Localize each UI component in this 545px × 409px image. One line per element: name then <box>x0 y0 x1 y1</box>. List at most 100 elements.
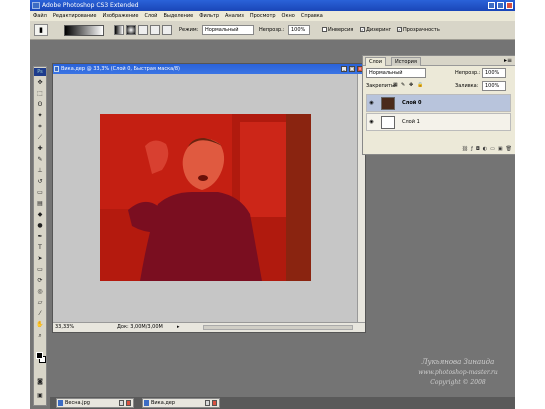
minimized-document[interactable]: Вика.дер <box>142 398 220 408</box>
minimized-document[interactable]: Весна.jpg <box>56 398 134 408</box>
minimized-document-title: Вика.дер <box>151 400 176 406</box>
document-icon <box>58 400 63 406</box>
mode-select[interactable]: Нормальный <box>202 25 254 35</box>
layer-blend-mode-select[interactable]: Нормальный <box>366 68 426 78</box>
tab-layers[interactable]: Слои <box>365 57 386 66</box>
menu-edit[interactable]: Редактирование <box>53 11 97 21</box>
menu-select[interactable]: Выделение <box>163 11 193 21</box>
link-layers-icon[interactable]: ⛓ <box>462 145 468 154</box>
type-tool-icon[interactable]: T <box>35 243 45 252</box>
restore-button[interactable] <box>205 400 210 406</box>
close-button[interactable] <box>126 400 131 406</box>
hand-tool-icon[interactable]: ✋ <box>35 320 45 329</box>
healing-brush-tool-icon[interactable]: ✚ <box>35 144 45 153</box>
magic-wand-tool-icon[interactable]: ✦ <box>35 111 45 120</box>
layer-opacity-input[interactable]: 100% <box>482 68 506 78</box>
tab-history[interactable]: История <box>391 57 421 66</box>
minimize-button[interactable] <box>488 2 495 9</box>
close-button[interactable] <box>506 2 513 9</box>
lasso-tool-icon[interactable]: ʘ <box>35 100 45 109</box>
slice-tool-icon[interactable]: ⟋ <box>35 133 45 142</box>
history-brush-tool-icon[interactable]: ↺ <box>35 177 45 186</box>
menu-filter[interactable]: Фильтр <box>199 11 219 21</box>
tool-preset-picker[interactable]: ▮ <box>34 24 48 36</box>
layer-mask-icon[interactable]: ◘ <box>476 145 480 154</box>
opacity-input[interactable]: 100% <box>288 25 310 35</box>
zoom-level[interactable]: 33,33% <box>55 323 74 332</box>
layer-row[interactable]: ◉ Слой 0 <box>366 94 511 112</box>
menu-analysis[interactable]: Анализ <box>225 11 244 21</box>
clone-stamp-tool-icon[interactable]: ⊥ <box>35 166 45 175</box>
menu-window[interactable]: Окно <box>282 11 295 21</box>
menu-help[interactable]: Справка <box>301 11 323 21</box>
3d-rotate-tool-icon[interactable]: ⟳ <box>35 276 45 285</box>
brush-tool-icon[interactable]: ✎ <box>35 155 45 164</box>
transparency-checkbox[interactable]: ✓ <box>397 27 402 32</box>
panel-menu-icon[interactable]: ▸≡ <box>504 57 512 64</box>
quick-mask-icon[interactable]: ◙ <box>35 377 45 386</box>
menu-image[interactable]: Изображение <box>102 11 138 21</box>
photoshop-window: Adobe Photoshop CS3 Extended Файл Редакт… <box>30 0 515 409</box>
inverse-checkbox-wrap[interactable]: Инверсия <box>322 27 353 33</box>
eyedropper-tool-icon[interactable]: ⁄ <box>35 309 45 318</box>
gradient-tool-icon[interactable]: ▤ <box>35 199 45 208</box>
document-minimize-button[interactable]: _ <box>341 66 347 72</box>
photoshop-app-icon <box>32 2 40 9</box>
lock-transparent-icon[interactable]: ▦ <box>393 82 398 88</box>
inverse-checkbox[interactable] <box>322 27 327 32</box>
marquee-tool-icon[interactable]: ⬚ <box>35 89 45 98</box>
dodge-tool-icon[interactable]: ● <box>35 221 45 230</box>
status-menu-arrow-icon[interactable]: ▸ <box>177 323 180 332</box>
fill-input[interactable]: 100% <box>482 81 506 91</box>
lock-image-icon[interactable]: ✎ <box>401 82 405 88</box>
layer-style-icon[interactable]: ƒ <box>471 145 473 154</box>
menu-view[interactable]: Просмотр <box>250 11 276 21</box>
move-tool-icon[interactable]: ✥ <box>35 78 45 87</box>
path-selection-tool-icon[interactable]: ➤ <box>35 254 45 263</box>
menu-file[interactable]: Файл <box>33 11 47 21</box>
transparency-checkbox-wrap[interactable]: ✓ Прозрачность <box>397 27 440 33</box>
canvas-area[interactable] <box>53 74 357 322</box>
transparency-label: Прозрачность <box>403 27 440 33</box>
document-maximize-button[interactable]: □ <box>349 66 355 72</box>
angle-gradient-button[interactable] <box>138 25 148 35</box>
layer-thumbnail <box>381 116 395 129</box>
visibility-eye-icon[interactable]: ◉ <box>368 119 375 125</box>
3d-orbit-tool-icon[interactable]: ◎ <box>35 287 45 296</box>
menu-layer[interactable]: Слой <box>144 11 157 21</box>
notes-tool-icon[interactable]: ▱ <box>35 298 45 307</box>
radial-gradient-button[interactable] <box>126 25 136 35</box>
diamond-gradient-button[interactable] <box>162 25 172 35</box>
layer-name: Слой 0 <box>402 100 422 106</box>
photo-canvas-quick-mask[interactable] <box>100 114 311 281</box>
close-button[interactable] <box>212 400 217 406</box>
reflected-gradient-button[interactable] <box>150 25 160 35</box>
screen-mode-icon[interactable]: ▣ <box>35 391 45 400</box>
pen-tool-icon[interactable]: ✒ <box>35 232 45 241</box>
crop-tool-icon[interactable]: ⌗ <box>35 122 45 131</box>
visibility-eye-icon[interactable]: ◉ <box>368 100 375 106</box>
layers-panel-footer: ⛓ ƒ ◘ ◐ ▭ ▣ 🗑 <box>363 145 515 154</box>
lock-all-icon[interactable]: 🔒 <box>417 82 423 88</box>
restore-button[interactable] <box>119 400 124 406</box>
adjustment-layer-icon[interactable]: ◐ <box>483 145 487 154</box>
delete-layer-icon[interactable]: 🗑 <box>506 145 512 154</box>
dither-checkbox-wrap[interactable]: ✓ Дизеринг <box>360 27 391 33</box>
lock-position-icon[interactable]: ✥ <box>409 82 413 88</box>
shape-tool-icon[interactable]: ▭ <box>35 265 45 274</box>
document-title-bar: Вика.дер @ 33,3% (Слой 0, Быстрая маска/… <box>53 64 365 74</box>
eraser-tool-icon[interactable]: ▭ <box>35 188 45 197</box>
new-layer-icon[interactable]: ▣ <box>498 145 503 154</box>
gradient-preview[interactable] <box>64 25 104 36</box>
zoom-tool-icon[interactable]: ⌕ <box>35 331 45 340</box>
linear-gradient-button[interactable] <box>114 25 124 35</box>
maximize-button[interactable] <box>497 2 504 9</box>
horizontal-scrollbar[interactable] <box>203 325 353 330</box>
dither-checkbox[interactable]: ✓ <box>360 27 365 32</box>
new-group-icon[interactable]: ▭ <box>490 145 495 154</box>
app-title-bar: Adobe Photoshop CS3 Extended <box>30 0 515 11</box>
document-icon <box>144 400 149 406</box>
foreground-color-swatch[interactable] <box>36 352 43 359</box>
layer-row[interactable]: ◉ Слой 1 <box>366 113 511 131</box>
blur-tool-icon[interactable]: ◆ <box>35 210 45 219</box>
